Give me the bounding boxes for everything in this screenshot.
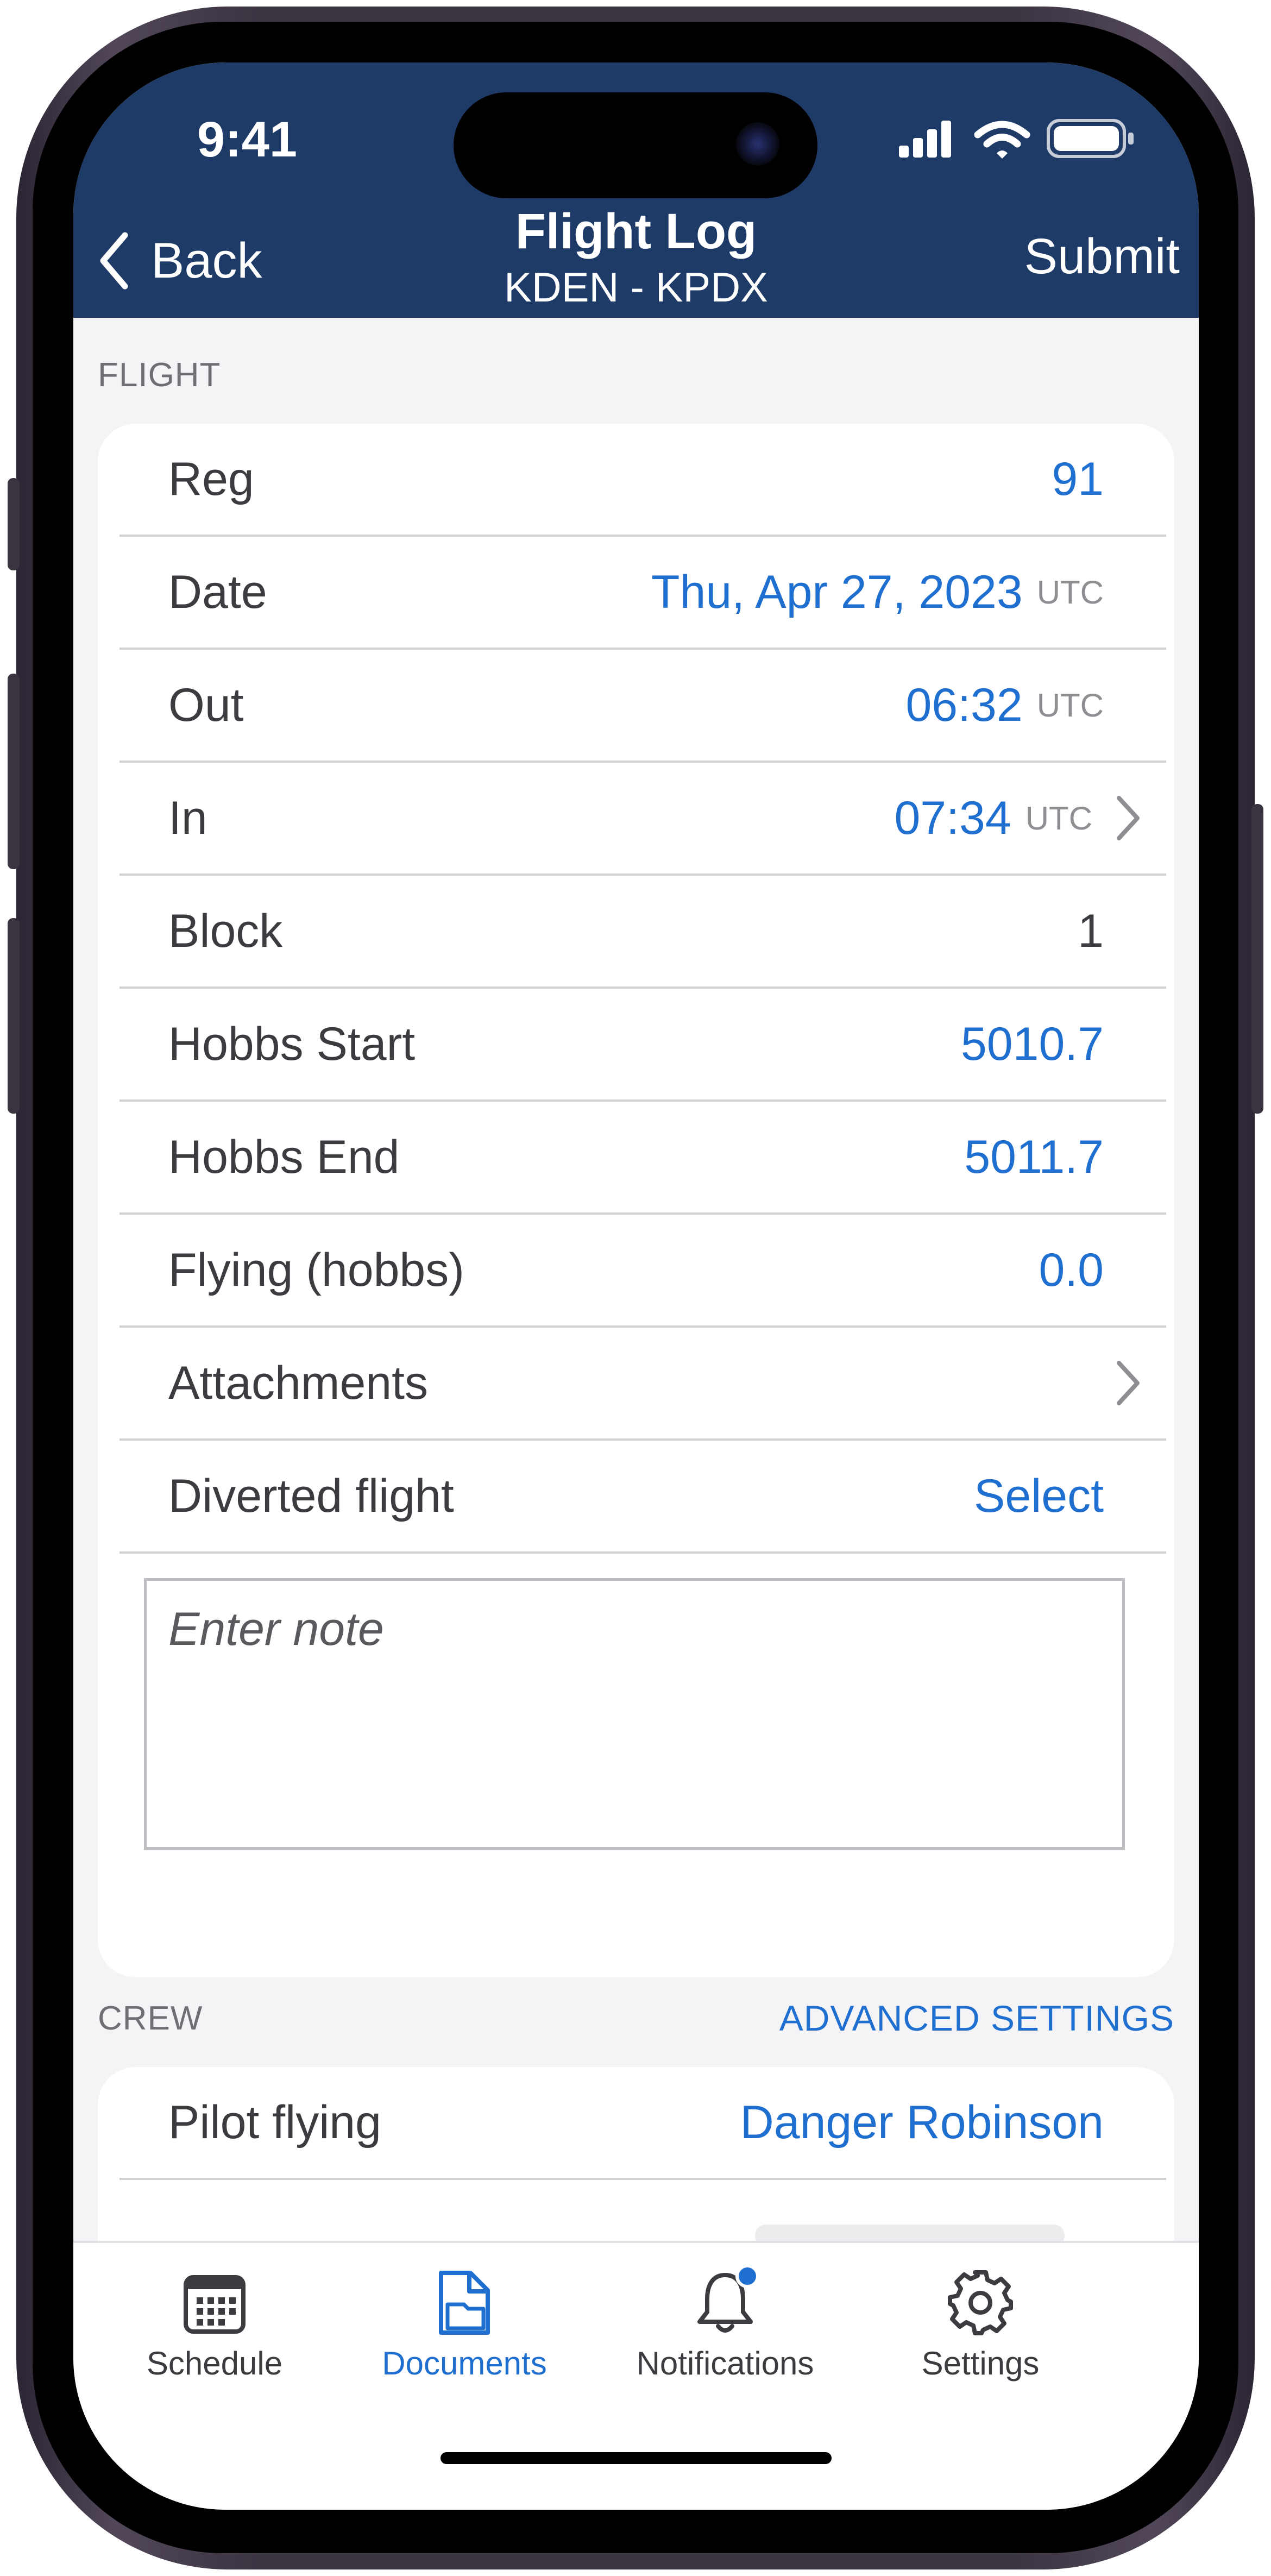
row-value: 1 — [1078, 876, 1104, 987]
row-value: 06:32 UTC — [905, 650, 1104, 761]
tab-label: Schedule — [146, 2345, 283, 2382]
diverted-flight-select[interactable]: Select — [974, 1469, 1104, 1523]
back-label: Back — [151, 233, 262, 288]
row-value: Select — [974, 1441, 1104, 1551]
tab-label: Settings — [921, 2345, 1040, 2382]
row-label: Block — [168, 905, 283, 957]
home-indicator — [441, 2452, 832, 2464]
row-pilot-flying[interactable]: Pilot flying Danger Robinson — [98, 2067, 1174, 2180]
tab-label: Documents — [382, 2345, 547, 2382]
submit-button[interactable]: Submit — [1024, 228, 1180, 285]
action-button — [8, 478, 20, 570]
back-button[interactable]: Back — [98, 225, 262, 296]
power-button — [1251, 804, 1263, 1114]
camera-icon — [736, 122, 779, 166]
advanced-settings-link[interactable]: ADVANCED SETTINGS — [779, 1997, 1174, 2039]
row-attachments[interactable]: Attachments — [98, 1328, 1174, 1441]
calendar-icon — [179, 2267, 250, 2338]
utc-label: UTC — [1025, 800, 1092, 837]
utc-label: UTC — [1036, 687, 1104, 724]
chevron-right-icon — [1106, 791, 1150, 845]
tab-notifications[interactable]: Notifications — [616, 2264, 834, 2382]
chevron-right-icon — [1106, 1356, 1150, 1410]
row-label: Diverted flight — [168, 1470, 454, 1522]
row-label: Reg — [168, 453, 254, 505]
row-value: 5010.7 — [961, 989, 1104, 1099]
nav-header: 9:41 Back Flight Log KDEN - KPDX Submit — [73, 62, 1199, 318]
note-placeholder: Enter note — [168, 1603, 384, 1655]
hobbs-end-value: 5011.7 — [964, 1130, 1104, 1183]
screen: 9:41 Back Flight Log KDEN - KPDX Submit … — [73, 62, 1199, 2510]
row-value: 07:34 UTC — [894, 763, 1150, 874]
row-label: Flying (hobbs) — [168, 1244, 464, 1296]
row-block: Block 1 — [98, 876, 1174, 989]
utc-label: UTC — [1036, 574, 1104, 611]
documents-icon — [429, 2267, 500, 2338]
row-value: Thu, Apr 27, 2023 UTC — [651, 537, 1104, 648]
divider — [119, 2178, 1166, 2180]
page-title: Flight Log — [515, 204, 757, 259]
row-in[interactable]: In 07:34 UTC — [98, 763, 1174, 876]
row-value: 0.0 — [1039, 1215, 1104, 1325]
bell-icon — [690, 2264, 760, 2338]
nav-title: Flight Log KDEN - KPDX — [419, 201, 853, 314]
volume-up-button — [8, 674, 20, 869]
in-time-value: 07:34 — [894, 791, 1011, 844]
date-value: Thu, Apr 27, 2023 — [651, 566, 1023, 618]
flying-hobbs-value: 0.0 — [1039, 1243, 1104, 1296]
row-label: Hobbs Start — [168, 1018, 416, 1070]
row-value — [1106, 1328, 1150, 1438]
row-label: Date — [168, 566, 267, 618]
signal-wifi-battery-icon — [899, 119, 1134, 159]
row-out[interactable]: Out 06:32 UTC — [98, 650, 1174, 763]
row-date[interactable]: Date Thu, Apr 27, 2023 UTC — [98, 537, 1174, 650]
row-diverted-flight[interactable]: Diverted flight Select — [98, 1441, 1174, 1554]
volume-down-button — [8, 918, 20, 1114]
row-value: 5011.7 — [964, 1102, 1104, 1212]
row-label: Pilot flying — [168, 2096, 381, 2148]
row-label: In — [168, 792, 207, 844]
row-flying-hobbs[interactable]: Flying (hobbs) 0.0 — [98, 1215, 1174, 1328]
divider — [119, 1551, 1166, 1554]
tab-schedule[interactable]: Schedule — [106, 2267, 323, 2382]
reg-value: 91 — [1052, 453, 1104, 505]
hobbs-start-value: 5010.7 — [960, 1017, 1104, 1070]
tab-settings[interactable]: Settings — [872, 2267, 1089, 2382]
block-value: 1 — [1078, 904, 1104, 957]
row-hobbs-start[interactable]: Hobbs Start 5010.7 — [98, 989, 1174, 1102]
flight-card: Reg 91 Date Thu, Apr 27, 2023 UTC Out 06… — [98, 424, 1174, 1977]
section-header-flight: FLIGHT — [98, 356, 221, 394]
row-label: Hobbs End — [168, 1131, 400, 1183]
row-hobbs-end[interactable]: Hobbs End 5011.7 — [98, 1102, 1174, 1215]
tab-bar: Schedule Documents Notifications Setting… — [73, 2241, 1199, 2510]
row-reg[interactable]: Reg 91 — [98, 424, 1174, 537]
page-subtitle: KDEN - KPDX — [504, 265, 768, 311]
tab-documents[interactable]: Documents — [356, 2267, 573, 2382]
status-time: 9:41 — [197, 112, 298, 167]
notification-badge — [735, 2264, 759, 2288]
section-header-crew: CREW — [98, 2000, 203, 2037]
gear-icon — [945, 2267, 1016, 2338]
status-icons — [899, 114, 1138, 163]
pilot-flying-value: Danger Robinson — [740, 2096, 1104, 2148]
row-value: 91 — [1052, 424, 1104, 535]
row-label: Attachments — [168, 1357, 428, 1409]
row-value: Danger Robinson — [740, 2067, 1104, 2178]
chevron-left-icon — [100, 232, 128, 290]
note-textarea[interactable]: Enter note — [144, 1578, 1125, 1850]
tab-label: Notifications — [636, 2345, 814, 2382]
out-time-value: 06:32 — [905, 678, 1023, 731]
row-label: Out — [168, 679, 244, 731]
